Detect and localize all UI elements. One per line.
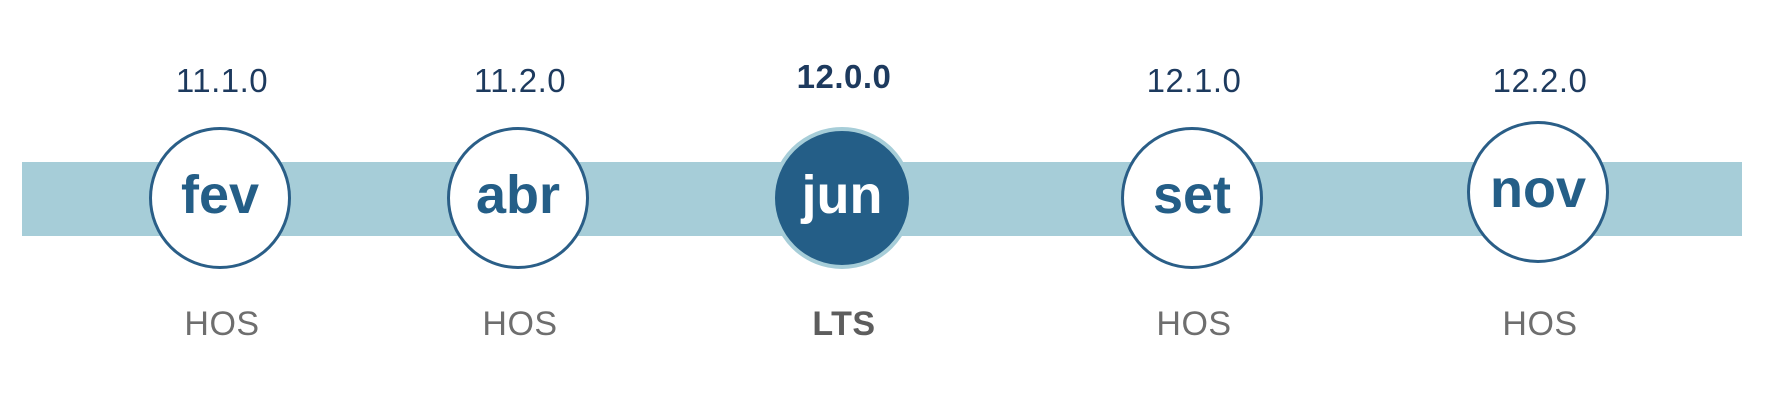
month-circle-current: jun	[771, 127, 913, 269]
release-type-label: HOS	[1502, 305, 1578, 343]
month-label: nov	[1489, 159, 1586, 219]
month-label: abr	[475, 165, 561, 225]
milestone-abr: 11.2.0 abr HOS	[400, 0, 640, 408]
release-type-label: HOS	[184, 305, 260, 343]
milestone-nov: 12.2.0 nov HOS	[1420, 0, 1660, 408]
milestone-set: 12.1.0 set HOS	[1074, 0, 1314, 408]
version-label: 11.1.0	[175, 62, 269, 99]
month-circle: nov	[1467, 121, 1609, 263]
version-label: 12.0.0	[796, 58, 892, 95]
release-type-label: HOS	[1156, 305, 1232, 343]
month-label: jun	[801, 165, 883, 225]
version-label: 12.2.0	[1492, 62, 1588, 99]
milestone-fev: 11.1.0 fev HOS	[102, 0, 342, 408]
version-label: 11.2.0	[473, 62, 567, 99]
milestone-jun: 12.0.0 jun LTS	[724, 0, 964, 408]
release-type-label: HOS	[482, 305, 558, 343]
month-label: fev	[180, 165, 260, 225]
month-circle: abr	[447, 127, 589, 269]
month-circle: fev	[149, 127, 291, 269]
release-type-label: LTS	[812, 305, 876, 343]
month-circle: set	[1121, 127, 1263, 269]
month-label: set	[1152, 165, 1232, 225]
version-label: 12.1.0	[1146, 62, 1242, 99]
